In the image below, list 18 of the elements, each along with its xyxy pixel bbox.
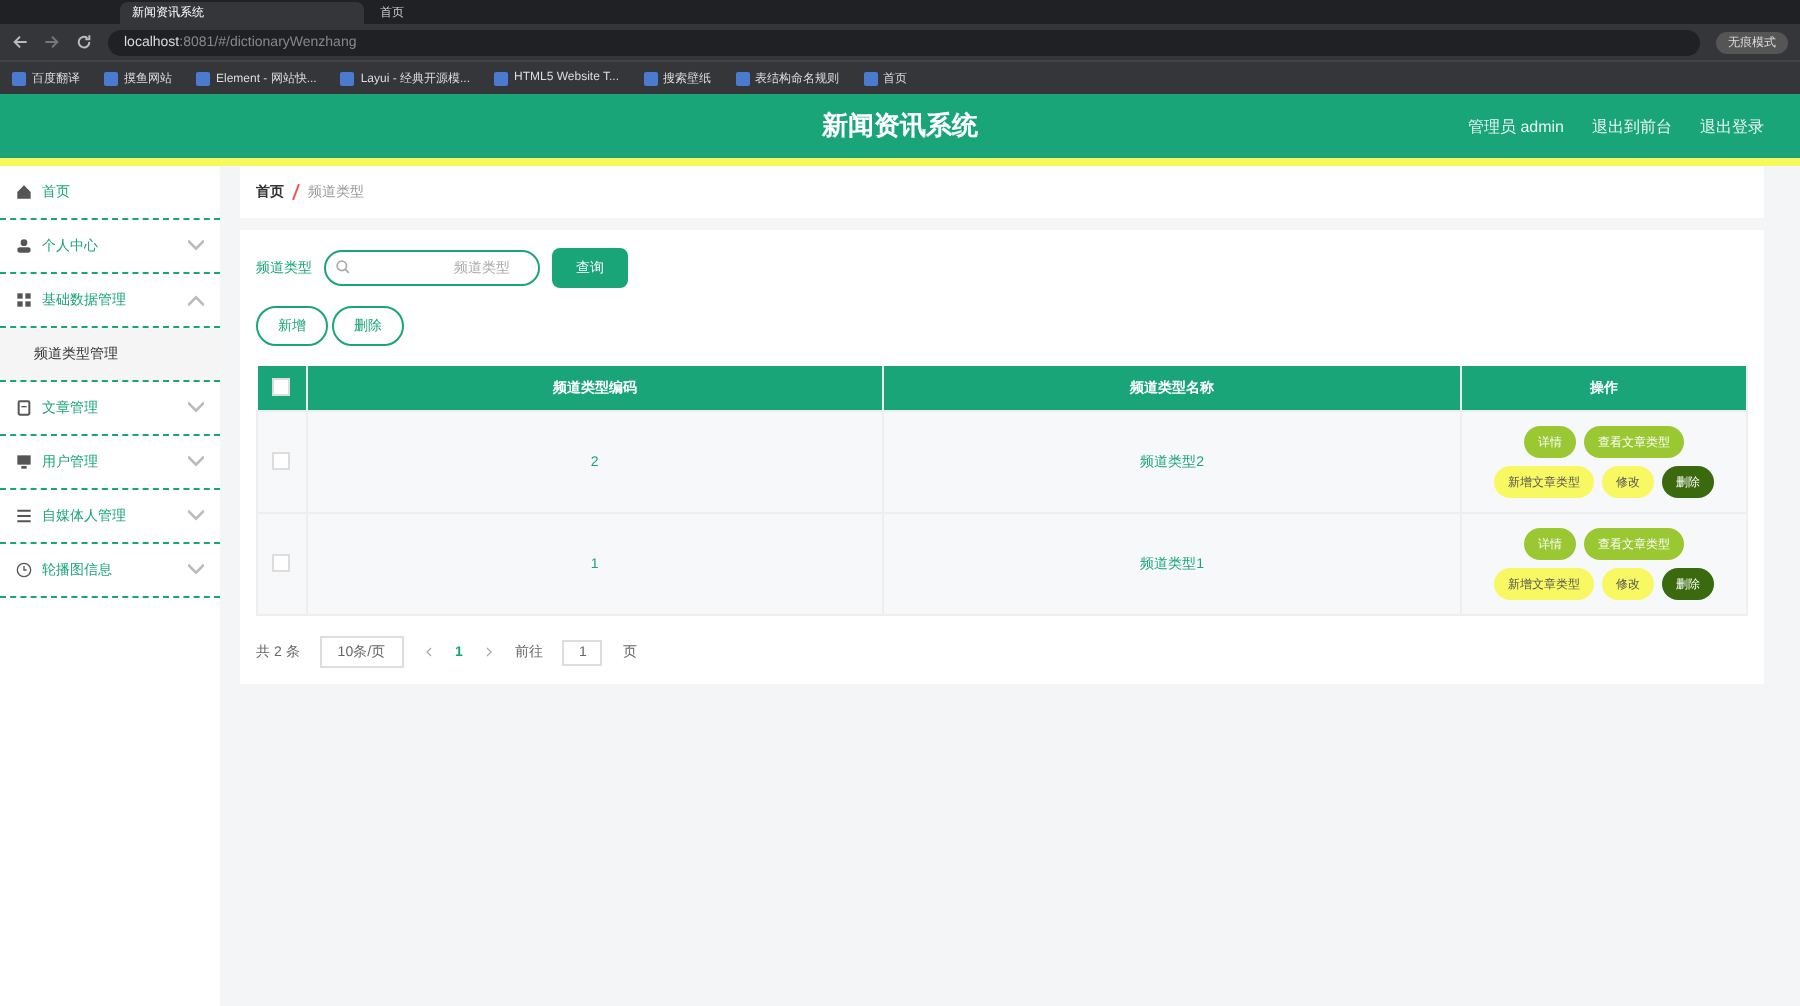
reload-icon[interactable] (76, 34, 92, 50)
monitor-icon (16, 454, 32, 470)
app-title: 新闻资讯系统 (822, 108, 978, 144)
back-icon[interactable] (12, 34, 28, 50)
row-checkbox[interactable] (272, 451, 291, 469)
search-icon (336, 260, 350, 274)
row-checkbox[interactable] (272, 553, 291, 571)
previous-page-icon[interactable] (423, 646, 436, 658)
forward-icon[interactable] (44, 34, 60, 50)
user-icon (16, 238, 32, 254)
select-all-checkbox[interactable] (272, 377, 290, 395)
breadcrumb-separator (292, 184, 300, 200)
grid-icon (16, 292, 32, 308)
home-icon (16, 184, 32, 200)
clock-icon (16, 562, 32, 578)
document-icon (16, 400, 32, 416)
list-icon (16, 508, 32, 524)
next-page-icon[interactable] (482, 646, 495, 658)
